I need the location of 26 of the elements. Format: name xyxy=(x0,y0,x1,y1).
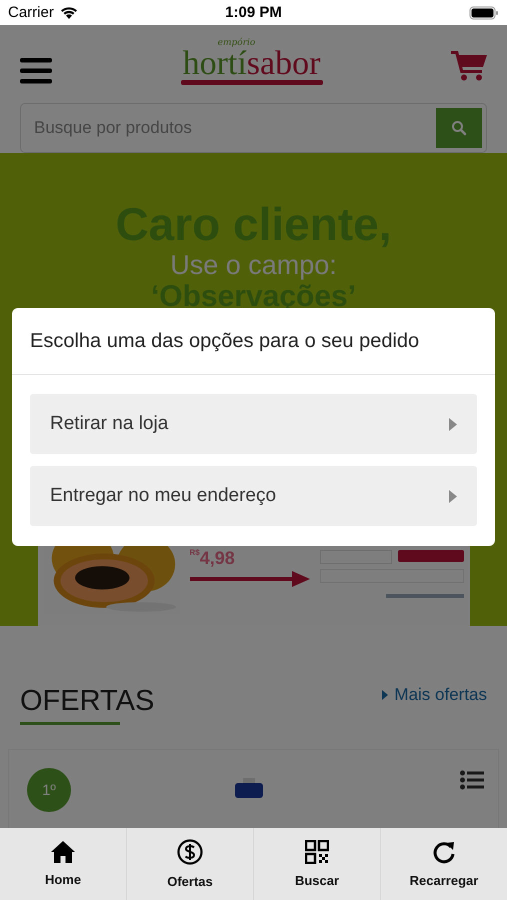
caret-icon xyxy=(449,418,457,430)
home-icon xyxy=(51,841,75,863)
carrier-name: Carrier xyxy=(8,4,54,21)
option-button[interactable]: Entregar no meu endereço xyxy=(30,466,477,526)
search-icon xyxy=(451,120,467,136)
rank-badge: 1º xyxy=(27,768,71,812)
caret-icon xyxy=(449,490,457,502)
search-button[interactable] xyxy=(436,108,482,148)
cart-icon[interactable] xyxy=(451,49,487,81)
section-title: OFERTAS xyxy=(20,684,154,718)
dollar-icon xyxy=(177,839,203,865)
banner-subline: Use o campo: xyxy=(170,250,337,280)
dialog-title: Escolha uma das opções para o seu pedido xyxy=(12,308,495,375)
status-time: 1:09 PM xyxy=(225,4,282,21)
logo-text: hortísabor xyxy=(182,48,320,80)
product-price: 4,98 xyxy=(200,548,235,568)
price-currency: R$ xyxy=(190,548,200,557)
menu-icon[interactable] xyxy=(20,58,52,84)
option-button[interactable]: Retirar na loja xyxy=(30,394,477,454)
qr-code-icon xyxy=(305,840,329,864)
logo-tagline: empório xyxy=(218,38,256,48)
battery-icon xyxy=(469,6,499,20)
wifi-icon xyxy=(58,6,79,20)
list-icon[interactable] xyxy=(460,770,484,790)
reload-icon xyxy=(432,840,456,864)
caret-icon xyxy=(382,690,388,700)
